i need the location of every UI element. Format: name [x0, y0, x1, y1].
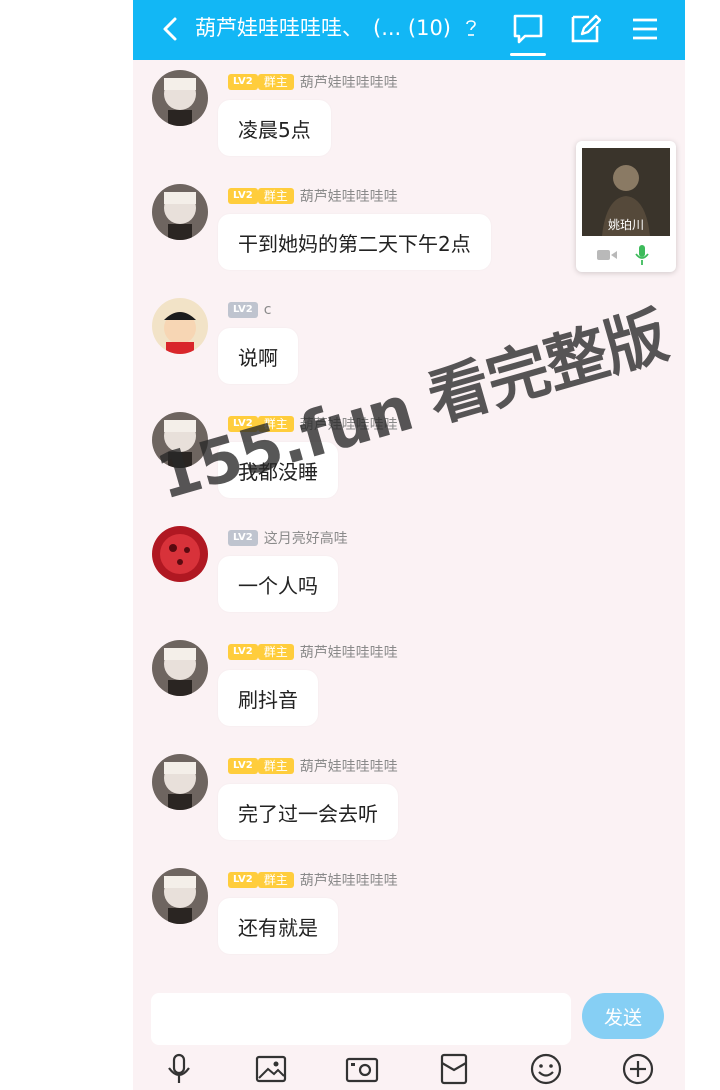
help-icon	[465, 20, 476, 36]
message-bubble[interactable]: 一个人吗	[218, 556, 338, 612]
message-input-bar: 发送	[133, 985, 685, 1090]
member-count: (... (10)	[373, 16, 452, 40]
mic-icon[interactable]	[162, 1052, 196, 1086]
avatar[interactable]	[152, 412, 208, 468]
sender-name[interactable]: 葫芦娃哇哇哇哇	[300, 72, 398, 92]
message-bubble[interactable]: 说啊	[218, 328, 298, 384]
sender-name[interactable]: 葫芦娃哇哇哇哇	[300, 642, 398, 662]
send-button[interactable]: 发送	[582, 993, 664, 1039]
sender-name[interactable]: 葫芦娃哇哇哇哇	[300, 756, 398, 776]
message-bubble[interactable]: 干到她妈的第二天下午2点	[218, 214, 491, 270]
level-badge: LV2	[228, 530, 258, 546]
menu-icon[interactable]	[629, 12, 661, 46]
caller-name: 姚珀川	[607, 218, 644, 232]
message-meta: LV2 群主 葫芦娃哇哇哇哇	[228, 870, 398, 890]
sender-name[interactable]: 葫芦娃哇哇哇哇	[300, 414, 398, 434]
active-tab-indicator	[510, 53, 546, 56]
chat-screen: 葫芦娃哇哇哇哇、 (... (10) LV2 群主 葫芦娃哇哇哇哇 凌晨5点 L…	[133, 0, 685, 1090]
avatar[interactable]	[152, 754, 208, 810]
camera-icon[interactable]	[345, 1052, 379, 1086]
message-meta: LV2 群主 葫芦娃哇哇哇哇	[228, 72, 398, 92]
owner-badge: 群主	[257, 74, 294, 90]
floating-video-call[interactable]: 姚珀川	[576, 141, 676, 272]
sender-name[interactable]: 葫芦娃哇哇哇哇	[300, 870, 398, 890]
sender-name[interactable]: 这月亮好高哇	[264, 528, 348, 548]
level-badge: LV2	[228, 416, 258, 432]
avatar[interactable]	[152, 70, 208, 126]
level-badge: LV2	[228, 644, 258, 660]
level-badge: LV2	[228, 302, 258, 318]
level-badge: LV2	[228, 188, 258, 204]
message-bubble[interactable]: 凌晨5点	[218, 100, 331, 156]
sender-name[interactable]: 葫芦娃哇哇哇哇	[300, 186, 398, 206]
owner-badge: 群主	[257, 188, 294, 204]
plus-icon[interactable]	[621, 1052, 655, 1086]
avatar[interactable]	[152, 868, 208, 924]
message-bubble[interactable]: 完了过一会去听	[218, 784, 398, 840]
message-bubble[interactable]: 我都没睡	[218, 442, 338, 498]
owner-badge: 群主	[257, 872, 294, 888]
message-bubble[interactable]: 刷抖音	[218, 670, 318, 726]
edit-icon[interactable]	[569, 12, 601, 46]
sender-name[interactable]: c	[264, 302, 272, 318]
back-arrow-icon[interactable]	[159, 14, 181, 44]
microphone-icon[interactable]	[634, 244, 650, 266]
image-icon[interactable]	[254, 1052, 288, 1086]
message-meta: LV2 这月亮好高哇	[228, 528, 348, 548]
message-meta: LV2 群主 葫芦娃哇哇哇哇	[228, 186, 398, 206]
level-badge: LV2	[228, 758, 258, 774]
owner-badge: 群主	[257, 416, 294, 432]
message-bubble[interactable]: 还有就是	[218, 898, 338, 954]
message-meta: LV2 群主 葫芦娃哇哇哇哇	[228, 414, 398, 434]
group-name: 葫芦娃哇哇哇哇、	[195, 16, 363, 40]
owner-badge: 群主	[257, 644, 294, 660]
chat-bubble-icon[interactable]	[512, 12, 544, 46]
chat-title[interactable]: 葫芦娃哇哇哇哇、 (... (10)	[195, 14, 480, 42]
red-packet-icon[interactable]	[437, 1052, 471, 1086]
emoji-icon[interactable]	[529, 1052, 563, 1086]
message-meta: LV2 群主 葫芦娃哇哇哇哇	[228, 756, 398, 776]
avatar[interactable]	[152, 184, 208, 240]
video-camera-icon[interactable]	[596, 247, 618, 263]
owner-badge: 群主	[257, 758, 294, 774]
avatar[interactable]	[152, 640, 208, 696]
message-meta: LV2 群主 葫芦娃哇哇哇哇	[228, 642, 398, 662]
chat-header: 葫芦娃哇哇哇哇、 (... (10)	[133, 0, 685, 60]
level-badge: LV2	[228, 74, 258, 90]
call-video-thumbnail: 姚珀川	[582, 148, 670, 236]
avatar[interactable]	[152, 526, 208, 582]
message-meta: LV2 c	[228, 300, 271, 320]
level-badge: LV2	[228, 872, 258, 888]
message-input[interactable]	[151, 993, 571, 1045]
avatar[interactable]	[152, 298, 208, 354]
